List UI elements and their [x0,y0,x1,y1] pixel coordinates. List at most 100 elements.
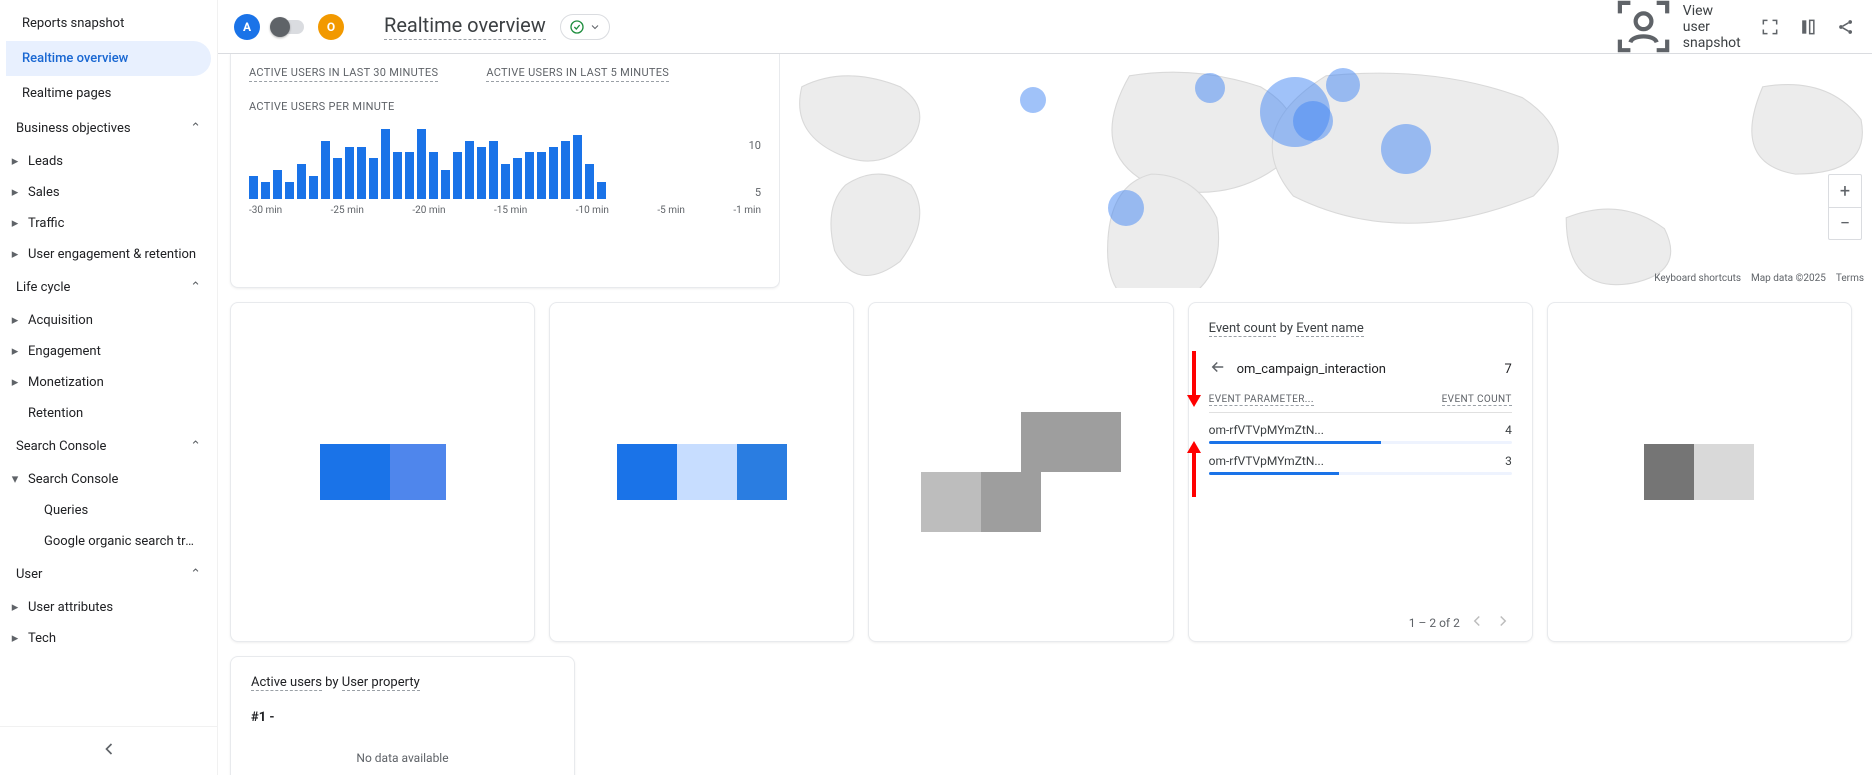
map-bubble [1326,68,1360,102]
caret-right-icon: ▸ [10,600,20,615]
bar [525,152,534,199]
nav-label: Tech [28,631,56,646]
event-row-count: 4 [1505,423,1512,437]
section-user[interactable]: User ⌃ [0,557,217,592]
map-bubble [1381,124,1431,174]
caret-right-icon: ▸ [10,313,20,328]
nav-engagement[interactable]: ▸Engagement [0,336,217,367]
bar [249,176,258,199]
chevron-up-icon: ⌃ [190,280,201,295]
nav-google-organic[interactable]: Google organic search traf... [0,526,217,557]
event-total: 7 [1505,362,1512,377]
compare-button[interactable] [1798,17,1818,37]
bar [285,182,294,200]
no-data-label: No data available [251,751,554,765]
bar [393,152,402,199]
nav-retention[interactable]: Retention [0,398,217,429]
nav-label: User engagement & retention [28,247,196,262]
bar [597,182,606,200]
nav-user-attributes[interactable]: ▸User attributes [0,592,217,623]
event-col-count: EVENT COUNT [1442,394,1512,406]
caret-right-icon: ▸ [10,154,20,169]
topbar: A O Realtime overview View user snapshot [218,0,1872,54]
audience-badge-o[interactable]: O [318,14,344,40]
bar [405,152,414,199]
map-zoom-in[interactable]: + [1829,175,1861,207]
chevron-up-icon: ⌃ [190,121,201,136]
bar [273,170,282,199]
share-icon [1836,17,1856,37]
nav-queries[interactable]: Queries [0,495,217,526]
section-label: Search Console [16,439,106,454]
nav-realtime-pages[interactable]: Realtime pages [6,76,211,111]
nav-label: Retention [28,406,83,421]
card-placeholder-3 [868,302,1173,642]
event-back-button[interactable] [1209,358,1227,380]
chart-subtitle: ACTIVE USERS PER MINUTE [249,100,761,113]
user-property-card: Active users by User property #1 - No da… [230,656,575,775]
nav-label: Traffic [28,216,64,231]
nav-label: Engagement [28,344,101,359]
event-row-bar [1209,472,1512,475]
map-zoom-out[interactable]: − [1829,207,1861,239]
nav-leads[interactable]: ▸Leads [0,146,217,177]
fullscreen-button[interactable] [1760,17,1780,37]
tab-active-30[interactable]: ACTIVE USERS IN LAST 30 MINUTES [249,66,438,82]
bar [297,164,306,199]
verified-chip[interactable] [560,14,610,40]
bar [561,141,570,199]
map-footer: Keyboard shortcuts Map data ©2025 Terms [1654,273,1864,284]
event-pager-prev[interactable] [1468,612,1486,633]
audience-badge-a[interactable]: A [234,14,260,40]
main: A O Realtime overview View user snapshot [218,0,1872,775]
nav-sales[interactable]: ▸Sales [0,177,217,208]
bar [333,158,342,199]
section-search-console[interactable]: Search Console ⌃ [0,429,217,464]
tab-active-5[interactable]: ACTIVE USERS IN LAST 5 MINUTES [486,66,669,82]
map-terms[interactable]: Terms [1836,273,1864,284]
sidebar-collapse-button[interactable] [0,726,217,775]
treemap-placeholder [1644,444,1754,500]
nav-reports-snapshot[interactable]: Reports snapshot [6,6,211,41]
check-circle-icon [569,19,585,35]
chevron-up-icon: ⌃ [190,439,201,454]
section-life-cycle[interactable]: Life cycle ⌃ [0,270,217,305]
section-business-objectives[interactable]: Business objectives ⌃ [0,111,217,146]
nav-search-console-group[interactable]: ▾Search Console [0,464,217,495]
nav-acquisition[interactable]: ▸Acquisition [0,305,217,336]
nav-realtime-overview[interactable]: Realtime overview [6,41,211,76]
bar [357,147,366,200]
bar [501,164,510,199]
nav-tech[interactable]: ▸Tech [0,623,217,654]
nav-traffic[interactable]: ▸Traffic [0,208,217,239]
map-bubble [1108,190,1144,226]
treemap-placeholder [921,412,1121,532]
nav-user-engagement[interactable]: ▸User engagement & retention [0,239,217,270]
event-row[interactable]: om-rfVTVpMYmZtN...4 [1209,413,1512,437]
user-focus-icon [1612,0,1675,58]
annotation-arrow-up [1183,439,1205,503]
share-button[interactable] [1836,17,1856,37]
fullscreen-icon [1760,17,1780,37]
bar [369,158,378,199]
event-name: om_campaign_interaction [1237,362,1495,377]
bar [261,182,270,200]
nav-label: Monetization [28,375,104,390]
section-label: Life cycle [16,280,70,295]
per-minute-bar-chart [249,129,731,199]
caret-down-icon: ▾ [10,472,20,487]
nav-monetization[interactable]: ▸Monetization [0,367,217,398]
user-property-rank: #1 - [251,710,554,725]
map-keyboard-shortcuts[interactable]: Keyboard shortcuts [1654,273,1741,284]
view-user-snapshot-button[interactable]: View user snapshot [1612,0,1742,58]
treemap-placeholder [320,444,446,500]
bar [513,158,522,199]
comparison-toggle[interactable] [274,20,304,34]
realtime-map[interactable]: + − Keyboard shortcuts Map data ©2025 Te… [780,54,1872,288]
annotation-arrow-down [1183,349,1205,413]
chevron-left-icon [99,739,119,759]
bar [381,129,390,199]
event-row[interactable]: om-rfVTVpMYmZtN...3 [1209,444,1512,468]
event-pager-next[interactable] [1494,612,1512,633]
bar [321,141,330,199]
